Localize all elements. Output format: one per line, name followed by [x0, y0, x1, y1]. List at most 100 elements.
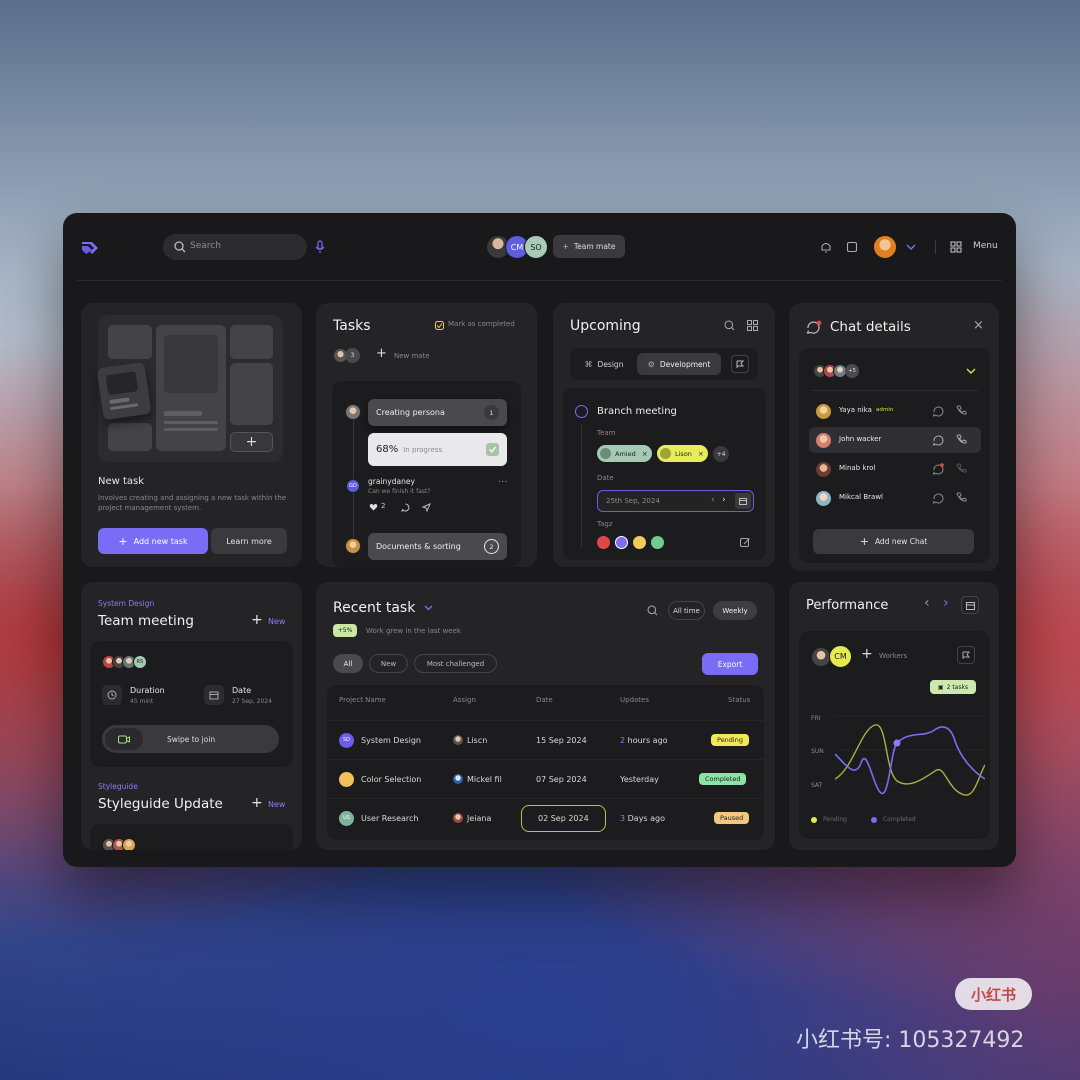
search-bar[interactable]: Search	[163, 234, 307, 260]
performance-title: Performance	[806, 598, 889, 613]
team-chip-amied[interactable]: Amied ×	[597, 445, 652, 462]
new-mate-link[interactable]: New mate	[394, 352, 430, 360]
message-icon[interactable]	[931, 433, 944, 446]
column-updates: Updates	[620, 696, 649, 704]
edit-icon[interactable]	[739, 536, 751, 548]
tag-color-yellow[interactable]	[633, 536, 646, 549]
table-row[interactable]: Color Selection Mickel fil 07 Sep 2024 Y…	[327, 759, 764, 797]
date-cell[interactable]: 02 Sep 2024	[521, 799, 606, 837]
chevron-right-icon[interactable]: ›	[722, 495, 726, 505]
pending-legend-dot	[811, 817, 817, 823]
close-icon[interactable]: ×	[642, 450, 648, 458]
chevron-down-icon[interactable]	[905, 241, 917, 253]
microphone-icon[interactable]	[313, 239, 327, 255]
check-square-icon[interactable]	[434, 320, 444, 330]
flag-icon[interactable]	[957, 646, 975, 664]
range-all-time[interactable]: All time	[668, 601, 705, 620]
task-progress-card[interactable]: 68% In progress	[368, 433, 507, 466]
close-icon[interactable]: ×	[698, 450, 704, 458]
phone-icon[interactable]	[955, 404, 968, 417]
chevron-left-icon[interactable]: ‹	[711, 495, 715, 505]
task-item-documents-sorting[interactable]: Documents & sorting 2	[368, 533, 507, 560]
chat-more-count[interactable]: +5	[845, 364, 859, 378]
chevron-right-icon[interactable]: ›	[943, 595, 949, 611]
team-mate-button[interactable]: + Team mate	[553, 235, 625, 258]
filter-all[interactable]: All	[333, 654, 363, 673]
close-icon[interactable]: ×	[973, 318, 984, 333]
tag-color-red[interactable]	[597, 536, 610, 549]
comment-icon[interactable]	[400, 502, 410, 512]
user-avatar[interactable]	[873, 235, 897, 259]
tab-development[interactable]: ⚙ Development	[637, 353, 721, 375]
video-camera-icon[interactable]	[105, 728, 143, 750]
message-icon[interactable]	[931, 491, 944, 504]
message-icon[interactable]	[931, 404, 944, 417]
plus-icon[interactable]: +	[861, 646, 873, 662]
new-link[interactable]: New	[268, 800, 285, 809]
add-new-chat-button[interactable]: + Add new Chat	[813, 529, 974, 554]
chevron-left-icon[interactable]: ‹	[924, 595, 930, 611]
menu-label[interactable]: Menu	[973, 241, 998, 251]
meeting-title: Team meeting	[98, 613, 194, 629]
chevron-down-icon[interactable]	[423, 604, 433, 612]
illustration-block	[108, 325, 152, 359]
mark-completed-link[interactable]: Mark as completed	[448, 320, 515, 328]
checkbox-checked-icon[interactable]	[486, 443, 499, 456]
swipe-to-join-slider[interactable]: Swipe to join	[102, 725, 279, 753]
export-button[interactable]: Export	[702, 653, 758, 675]
phone-icon[interactable]	[955, 433, 968, 446]
filter-most-challenged[interactable]: Most challenged	[414, 654, 497, 673]
progress-percent: 68%	[376, 444, 399, 455]
new-task-description: Involves creating and assigning a new ta…	[98, 494, 287, 512]
team-chip-lison[interactable]: Lison ×	[657, 445, 708, 462]
bell-icon[interactable]	[819, 240, 833, 254]
plus-icon[interactable]: +	[251, 612, 263, 628]
message-notification-icon[interactable]	[931, 462, 944, 475]
date-picker[interactable]: 25th Sep, 2024 ‹ ›	[597, 490, 754, 512]
completed-legend-dot	[871, 817, 877, 823]
chat-person-row[interactable]: Yaya nika admin	[809, 398, 981, 424]
tag-color-purple[interactable]	[615, 536, 628, 549]
table-row[interactable]: US User Research Jeiana 02 Sep 2024 3 Day…	[327, 798, 764, 836]
flag-icon[interactable]	[731, 355, 749, 373]
tag-color-green[interactable]	[651, 536, 664, 549]
team-avatar-so[interactable]: SO	[524, 235, 548, 259]
radio-icon[interactable]	[575, 405, 588, 418]
range-weekly[interactable]: Weekly	[713, 601, 757, 620]
column-assign: Assign	[453, 696, 476, 704]
team-extra-count[interactable]: +4	[713, 446, 729, 462]
add-new-task-button[interactable]: + Add new task	[98, 528, 208, 554]
calendar-icon[interactable]	[735, 493, 751, 509]
plus-icon[interactable]: +	[251, 795, 263, 811]
send-icon[interactable]	[421, 502, 431, 512]
tab-design[interactable]: ⌘ Design	[575, 353, 633, 375]
assign-cell: Jeiana	[453, 799, 491, 837]
phone-icon[interactable]	[955, 462, 968, 475]
add-block-icon[interactable]: +	[230, 432, 273, 452]
illustration-card	[96, 361, 152, 421]
heart-icon[interactable]	[368, 502, 378, 512]
chat-person-row[interactable]: Minab krol	[809, 456, 981, 482]
filter-new[interactable]: New	[369, 654, 408, 673]
chat-person-row[interactable]: Mikcal Brawl	[809, 485, 981, 511]
new-link[interactable]: New	[268, 617, 285, 626]
more-options-icon[interactable]: ···	[498, 477, 508, 488]
grid-icon[interactable]	[746, 319, 758, 331]
table-row[interactable]: SD System Design Liscn 15 Sep 2024 2 hour…	[327, 720, 764, 758]
search-icon[interactable]	[646, 604, 658, 616]
assignee-name: Liscn	[467, 735, 488, 745]
styleguide-title: Styleguide Update	[98, 796, 223, 812]
app-logo-icon[interactable]	[79, 237, 101, 257]
chevron-down-icon[interactable]	[965, 366, 977, 376]
task-item-label: Creating persona	[376, 408, 445, 417]
grid-menu-icon[interactable]	[949, 240, 963, 254]
person-avatar	[815, 403, 832, 420]
search-icon[interactable]	[723, 319, 735, 331]
phone-icon[interactable]	[955, 491, 968, 504]
learn-more-button[interactable]: Learn more	[211, 528, 287, 554]
task-item-creating-persona[interactable]: Creating persona 1	[368, 399, 507, 426]
chat-person-row[interactable]: John wacker	[809, 427, 981, 453]
calendar-icon[interactable]	[961, 596, 979, 614]
folder-icon[interactable]	[845, 240, 859, 254]
plus-icon[interactable]: +	[376, 346, 387, 361]
